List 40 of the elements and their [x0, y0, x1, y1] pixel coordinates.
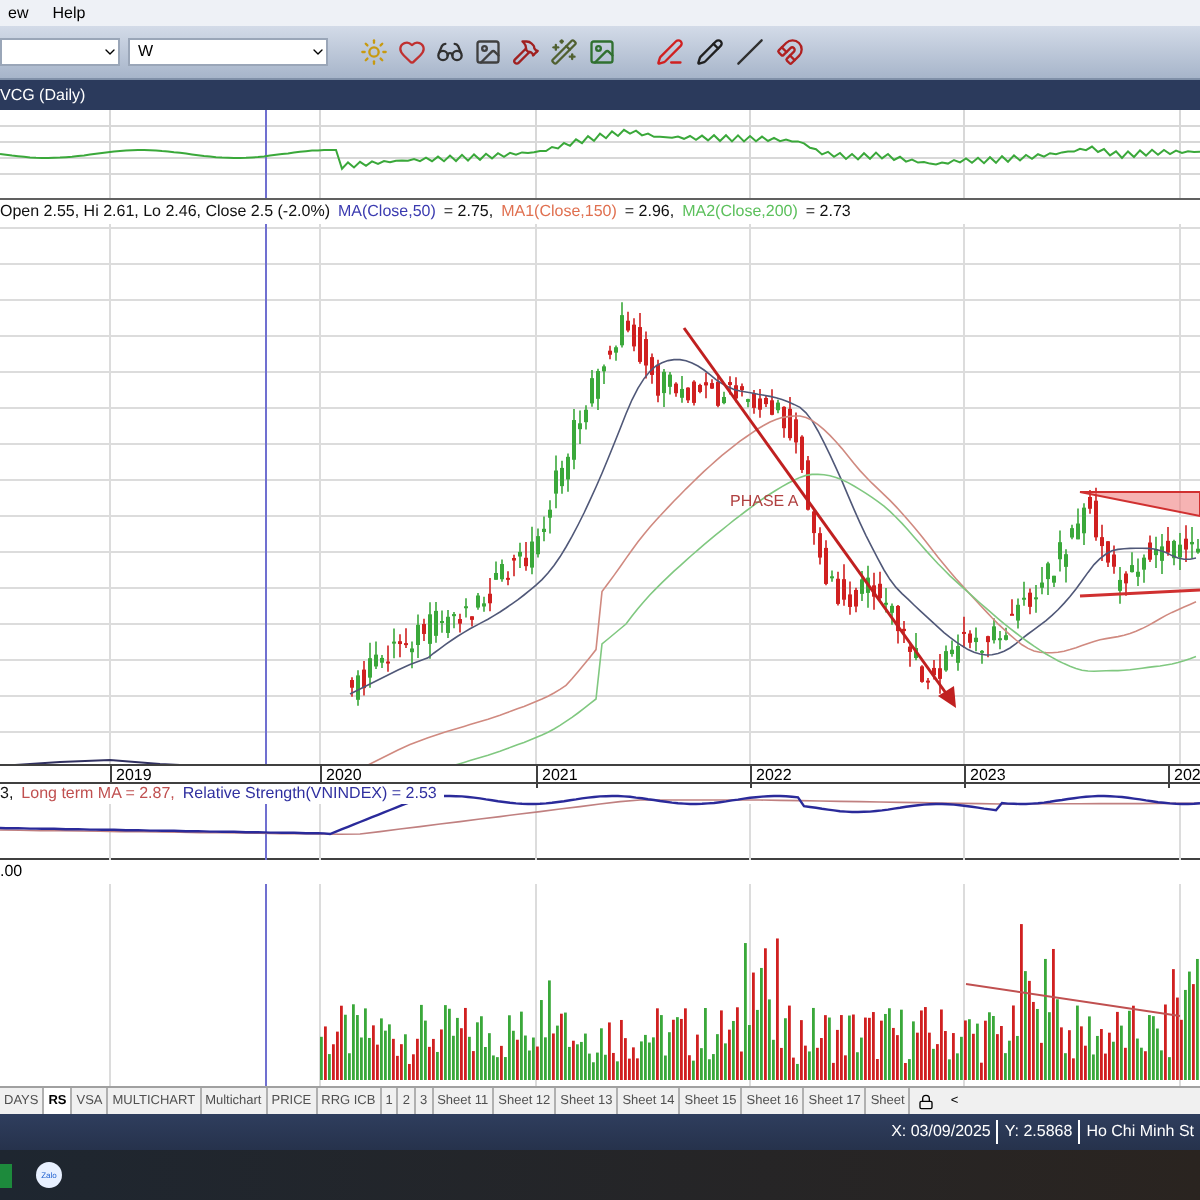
axis-label: 2022 — [750, 764, 792, 788]
pencil-icon[interactable] — [696, 38, 724, 66]
menu-item[interactable]: Help — [52, 1, 86, 25]
legend-text: Relative Strength(VNINDEX) = 2.53 — [182, 782, 437, 806]
pen-icon[interactable] — [656, 38, 684, 66]
trend-line — [1079, 588, 1200, 598]
legend-text: = 2.73 — [805, 200, 851, 224]
app-icon[interactable] — [0, 1163, 12, 1187]
shaded-triangle — [1079, 491, 1200, 518]
legend-text: = 2.96, — [624, 200, 675, 224]
chevron-down-icon[interactable] — [102, 44, 118, 60]
legend-text: MA2(Close,200) — [682, 200, 798, 224]
status-text: X: 03/09/2025 — [889, 1120, 993, 1144]
lock-icon[interactable] — [918, 1093, 935, 1109]
picture-icon[interactable] — [474, 38, 502, 66]
legend-text: Long term MA = 2.87, — [21, 782, 175, 806]
menu-item[interactable]: ew — [8, 1, 29, 25]
hammer-icon[interactable] — [512, 38, 540, 66]
wand-icon[interactable] — [550, 38, 578, 66]
axis-label: 2023 — [964, 764, 1006, 788]
status-text: Ho Chi Minh St — [1078, 1120, 1200, 1144]
cursor-line — [265, 110, 267, 200]
axis-label: 2021 — [536, 764, 578, 788]
heart-icon[interactable] — [398, 38, 426, 66]
cursor-line — [265, 803, 267, 860]
axis-label: 202 — [1168, 764, 1200, 788]
legend-text: = 2.75, — [443, 200, 494, 224]
legend-text: MA1(Close,150) — [501, 200, 617, 224]
glasses-icon[interactable] — [436, 38, 464, 66]
legend-text: 3, — [0, 782, 14, 806]
line-icon[interactable] — [736, 38, 764, 66]
chart-title: VCG (Daily) — [0, 83, 86, 107]
image-icon[interactable] — [588, 38, 616, 66]
legend-text: MA(Close,50) — [337, 200, 436, 224]
interval-combobox[interactable]: W — [128, 38, 328, 66]
chevron-down-icon[interactable] — [310, 44, 326, 60]
status-text: Y: 2.5868 — [996, 1120, 1079, 1144]
legend-text: Open 2.55, Hi 2.61, Lo 2.46, Close 2.5 (-2.0%) — [0, 200, 330, 224]
magnet-icon[interactable] — [776, 38, 804, 66]
axis-label: .00 — [0, 860, 23, 884]
